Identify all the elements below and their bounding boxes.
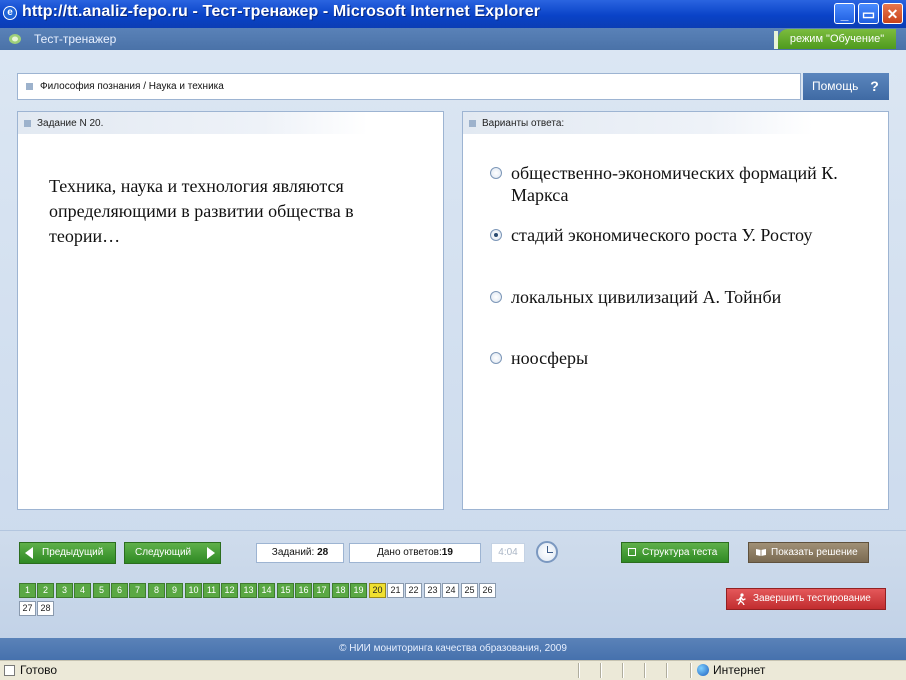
footer-copyright: © НИИ мониторинга качества образования, … [0,638,906,660]
breadcrumb: Философия познания / Наука и техника [17,73,801,100]
answers-given-count: 19 [441,547,453,558]
question-number-pending[interactable]: 27 [19,601,36,616]
square-bullet-icon [469,120,476,127]
statusbar-divider [622,663,624,678]
list-icon [628,548,636,556]
globe-icon [697,664,709,676]
question-number-answered[interactable]: 18 [332,583,349,598]
question-number-answered[interactable]: 12 [221,583,238,598]
question-number-answered[interactable]: 11 [203,583,220,598]
answer-option-text: локальных цивилизаций А. Тойнби [511,287,782,307]
question-number-answered[interactable]: 9 [166,583,183,598]
security-zone: Интернет [713,663,766,677]
question-number-answered[interactable]: 7 [129,583,146,598]
answers-panel-header: Варианты ответа: [463,112,813,134]
question-number-pending[interactable]: 23 [424,583,441,598]
arrow-right-icon [207,547,215,559]
answer-option-text: ноосферы [511,348,589,368]
ie-icon: e [3,6,17,20]
question-text: Техника, наука и технология являются опр… [49,176,354,246]
answers-given-label: Дано ответов: [377,547,442,558]
square-bullet-icon [26,83,33,90]
tasks-count-box: Заданий: 28 [256,543,344,563]
question-number-pending[interactable]: 28 [37,601,54,616]
statusbar-divider [578,663,580,678]
question-number-answered[interactable]: 3 [56,583,73,598]
clock-icon [536,541,558,563]
finish-test-button[interactable]: Завершить тестирование [726,588,886,610]
task-panel: Задание N 20. Техника, наука и технологи… [17,111,444,510]
question-number-answered[interactable]: 6 [111,583,128,598]
window-title: http://tt.analiz-fepo.ru - Тест-тренажер… [22,3,541,20]
next-button[interactable]: Следующий [124,542,221,564]
answers-count-box: Дано ответов:19 [349,543,481,563]
tasks-count: 28 [317,547,329,558]
previous-button[interactable]: Предыдущий [19,542,116,564]
mode-badge: режим "Обучение" [778,29,896,49]
browser-statusbar: Готово Интернет [0,660,906,680]
app-header: Тест-тренажер [0,28,906,50]
help-label: Помощь [812,79,859,93]
maximize-button[interactable]: ▭ [858,3,879,24]
show-solution-label: Показать решение [771,547,858,558]
question-number-pending[interactable]: 25 [461,583,478,598]
question-number-current[interactable]: 20 [369,583,386,598]
window-titlebar[interactable]: e http://tt.analiz-fepo.ru - Тест-тренаж… [0,0,906,28]
answer-option-text: общественно-экономических формаций К. Ма… [511,163,838,205]
question-number-answered[interactable]: 4 [74,583,91,598]
statusbar-divider [690,663,692,678]
question-number-answered[interactable]: 5 [93,583,110,598]
answers-header: Варианты ответа: [482,118,565,129]
question-number-pending[interactable]: 21 [387,583,404,598]
statusbar-divider [600,663,602,678]
finish-test-label: Завершить тестирование [753,593,871,604]
question-number-answered[interactable]: 8 [148,583,165,598]
page-icon [4,665,15,676]
minimize-button[interactable]: _ [834,3,855,24]
question-number-answered[interactable]: 19 [350,583,367,598]
breadcrumb-text: Философия познания / Наука и техника [40,81,224,92]
question-number-pending[interactable]: 24 [442,583,459,598]
question-number-answered[interactable]: 16 [295,583,312,598]
arrow-left-icon [25,547,33,559]
question-number-pending[interactable]: 26 [479,583,496,598]
next-label: Следующий [135,547,192,558]
previous-label: Предыдущий [42,547,104,558]
app-title: Тест-тренажер [34,32,117,46]
status-text: Готово [20,663,58,677]
question-number-pending[interactable]: 22 [405,583,422,598]
task-panel-header: Задание N 20. [18,112,368,134]
test-structure-button[interactable]: Структура теста [621,542,729,563]
running-person-icon [736,593,746,605]
book-icon [756,549,766,556]
question-number-answered[interactable]: 17 [313,583,330,598]
close-button[interactable]: ✕ [882,3,903,24]
app-logo-icon [9,34,21,44]
square-bullet-icon [24,120,31,127]
radio-button[interactable] [490,352,502,364]
answer-option-text: стадий экономического роста У. Ростоу [511,225,813,245]
test-structure-label: Структура теста [642,547,718,558]
show-solution-button[interactable]: Показать решение [748,542,869,563]
radio-button[interactable] [490,291,502,303]
tasks-label: Заданий: [271,547,315,558]
question-number-answered[interactable]: 15 [277,583,294,598]
question-number-answered[interactable]: 1 [19,583,36,598]
radio-button[interactable] [490,167,502,179]
task-number: Задание N 20. [37,118,104,129]
question-number-answered[interactable]: 10 [185,583,202,598]
radio-button-selected[interactable] [490,229,502,241]
question-number-answered[interactable]: 13 [240,583,257,598]
timer: 4:04 [491,543,525,563]
question-number-answered[interactable]: 14 [258,583,275,598]
statusbar-divider [644,663,646,678]
answers-panel: Варианты ответа: общественно-экономическ… [462,111,889,510]
help-button[interactable]: Помощь ? [803,73,889,100]
statusbar-divider [666,663,668,678]
question-mark-icon: ? [870,78,879,94]
question-number-answered[interactable]: 2 [37,583,54,598]
